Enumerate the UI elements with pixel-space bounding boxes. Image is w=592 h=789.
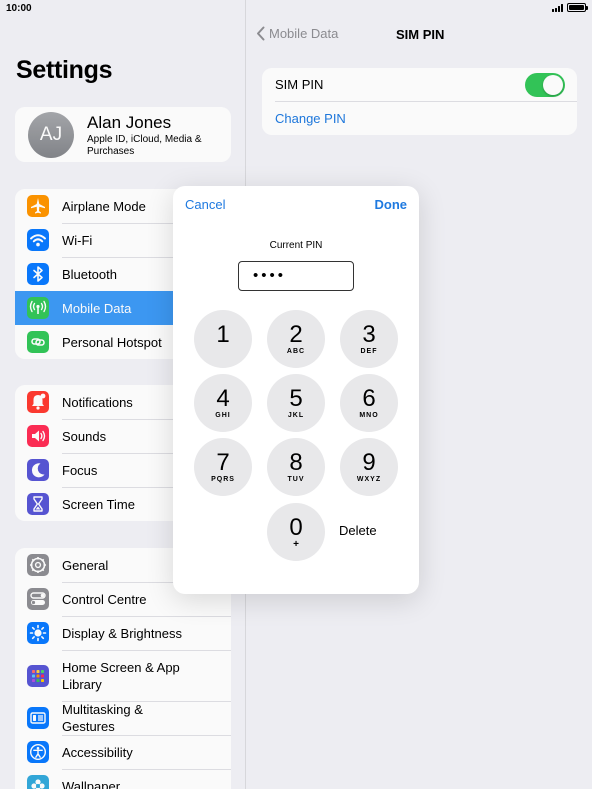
delete-button[interactable]: Delete xyxy=(339,523,377,538)
key-letters: DEF xyxy=(360,348,378,355)
keypad-key-0[interactable]: 0 + xyxy=(267,503,325,561)
keypad-key-4[interactable]: 4 GHI xyxy=(194,374,252,432)
keypad-key-1[interactable]: 1 xyxy=(194,310,252,368)
key-letters: GHI xyxy=(215,412,231,419)
keypad-key-2[interactable]: 2 ABC xyxy=(267,310,325,368)
current-pin-input[interactable]: •••• xyxy=(238,261,354,291)
signal-icon xyxy=(552,4,563,12)
key-letters: + xyxy=(293,539,299,550)
key-digit: 6 xyxy=(362,385,376,412)
cancel-button[interactable]: Cancel xyxy=(185,197,225,212)
key-digit: 3 xyxy=(362,321,376,348)
keypad-key-5[interactable]: 5 JKL xyxy=(267,374,325,432)
done-button[interactable]: Done xyxy=(375,197,408,212)
key-digit: 5 xyxy=(289,385,303,412)
keypad-key-9[interactable]: 9 WXYZ xyxy=(340,438,398,496)
key-digit: 4 xyxy=(216,385,230,412)
current-pin-label: Current PIN xyxy=(269,240,323,251)
battery-icon xyxy=(567,3,588,12)
status-bar: 10:00 xyxy=(0,0,592,18)
key-digit: 1 xyxy=(216,321,230,348)
pin-entry-modal: Cancel Done Current PIN •••• 1 2 ABC 3 DEF 4 G… xyxy=(173,186,419,594)
key-letters: WXYZ xyxy=(356,476,382,483)
keypad-key-3[interactable]: 3 DEF xyxy=(340,310,398,368)
keypad-key-7[interactable]: 7 PQRS xyxy=(194,438,252,496)
key-digit: 0 xyxy=(289,514,303,541)
key-digit: 9 xyxy=(362,449,376,476)
key-letters: TUV xyxy=(287,476,305,483)
keypad-key-6[interactable]: 6 MNO xyxy=(340,374,398,432)
key-letters: MNO xyxy=(359,412,379,419)
key-digit: 2 xyxy=(289,321,303,348)
key-digit: 7 xyxy=(216,449,230,476)
status-time: 10:00 xyxy=(6,3,32,14)
key-letters: ABC xyxy=(286,348,306,355)
key-digit: 8 xyxy=(289,449,303,476)
key-letters: JKL xyxy=(287,412,305,419)
keypad-key-8[interactable]: 8 TUV xyxy=(267,438,325,496)
key-letters: PQRS xyxy=(211,476,235,483)
